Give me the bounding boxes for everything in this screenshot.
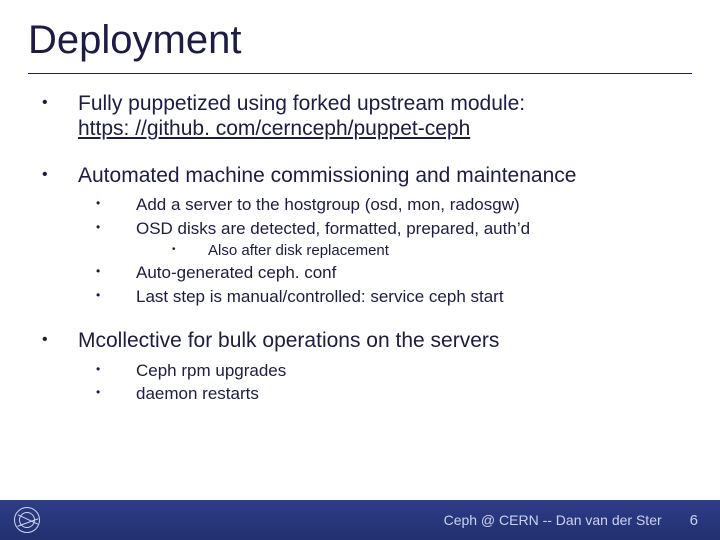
bullet-2-sub-2-sub-1: Also after disk replacement xyxy=(136,241,720,261)
bullet-2-sub-4: Last step is manual/controlled: service … xyxy=(78,286,720,307)
bullet-2-sub-2-sublist: Also after disk replacement xyxy=(136,241,720,261)
bullet-2-text: Automated machine commissioning and main… xyxy=(78,164,576,187)
bullet-1-link[interactable]: https: //github. com/cernceph/puppet-cep… xyxy=(78,117,470,140)
footer-bar: Ceph @ CERN -- Dan van der Ster 6 xyxy=(0,500,720,540)
bullet-2-sub-1: Add a server to the hostgroup (osd, mon,… xyxy=(78,194,720,215)
footer-text: Ceph @ CERN -- Dan van der Ster xyxy=(444,512,662,528)
bullet-3-sub-1: Ceph rpm upgrades xyxy=(78,360,720,381)
page-number: 6 xyxy=(690,512,698,529)
bullet-2: Automated machine commissioning and main… xyxy=(36,164,720,307)
bullet-2-sub-3: Auto-generated ceph. conf xyxy=(78,262,720,283)
bullet-2-sublist: Add a server to the hostgroup (osd, mon,… xyxy=(78,194,720,307)
slide: Deployment Fully puppetized using forked… xyxy=(0,0,720,540)
slide-content: Fully puppetized using forked upstream m… xyxy=(0,74,720,404)
bullet-3: Mcollective for bulk operations on the s… xyxy=(36,329,720,404)
bullet-3-text: Mcollective for bulk operations on the s… xyxy=(78,329,499,352)
bullet-3-sub-2: daemon restarts xyxy=(78,383,720,404)
slide-title: Deployment xyxy=(0,0,720,69)
bullet-1: Fully puppetized using forked upstream m… xyxy=(36,92,720,142)
bullet-1-text: Fully puppetized using forked upstream m… xyxy=(78,92,525,115)
cern-logo-inner-icon xyxy=(19,512,35,528)
bullet-2-sub-2-text: OSD disks are detected, formatted, prepa… xyxy=(136,219,530,238)
cern-logo-icon xyxy=(14,507,40,533)
bullet-2-sub-2: OSD disks are detected, formatted, prepa… xyxy=(78,218,720,261)
bullet-3-sublist: Ceph rpm upgrades daemon restarts xyxy=(78,360,720,405)
bullet-list: Fully puppetized using forked upstream m… xyxy=(36,92,720,404)
